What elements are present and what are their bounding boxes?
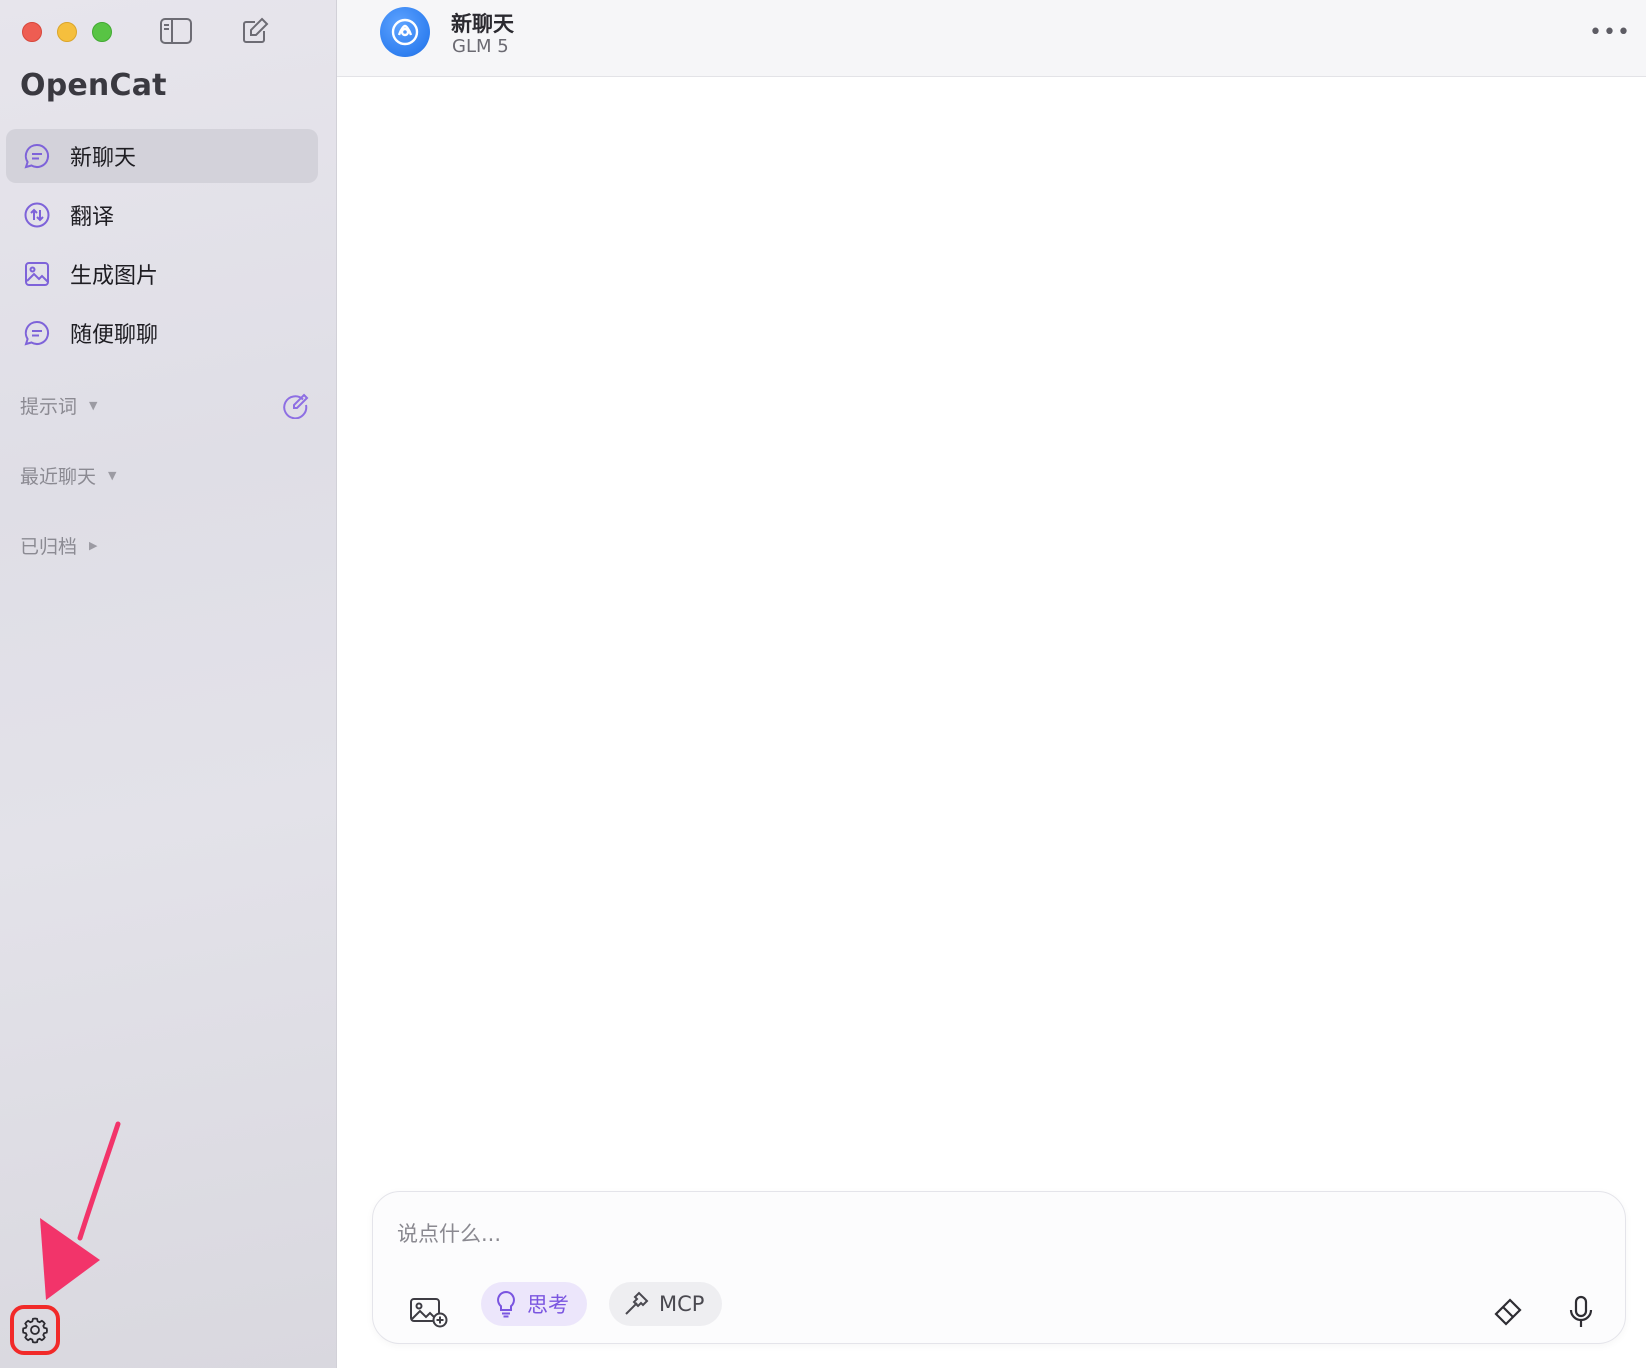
message-composer: 思考 MCP (372, 1191, 1626, 1344)
add-image-icon (410, 1298, 448, 1328)
chat-bubble-icon (22, 141, 52, 171)
translate-icon (22, 200, 52, 230)
more-icon: ••• (1589, 20, 1631, 45)
add-prompt-button[interactable] (280, 390, 310, 420)
microphone-icon (1569, 1295, 1593, 1327)
maximize-window-button[interactable] (92, 22, 112, 42)
clear-context-button[interactable] (1488, 1292, 1528, 1332)
chevron-down-icon: ▼ (89, 398, 98, 412)
section-recent-chats[interactable]: 最近聊天 ▼ (20, 458, 310, 492)
chevron-down-icon: ▼ (108, 468, 117, 482)
app-title: OpenCat (20, 68, 167, 103)
sidebar-item-label: 翻译 (70, 205, 115, 230)
section-label: 最近聊天 (20, 465, 97, 488)
message-input[interactable] (397, 1214, 1577, 1254)
minimize-window-button[interactable] (57, 22, 77, 42)
sidebar-item-label: 随便聊聊 (70, 323, 159, 348)
sidebar-item-translate[interactable]: 翻译 (6, 188, 318, 242)
think-toggle-button[interactable]: 思考 (481, 1282, 587, 1326)
sidebar-item-generate-image[interactable]: 生成图片 (6, 247, 318, 301)
compose-icon (243, 17, 269, 43)
attach-image-button[interactable] (407, 1292, 451, 1332)
sidebar-item-new-chat[interactable]: 新聊天 (6, 129, 318, 183)
chat-bubble-icon (22, 318, 52, 348)
chat-header: 新聊天 GLM 5 ••• (337, 0, 1646, 77)
new-chat-compose-button[interactable] (236, 14, 274, 48)
model-logo-icon (391, 18, 419, 46)
chat-main: 新聊天 GLM 5 ••• 说点什么... 思考 MCP (337, 0, 1646, 1368)
mcp-label: MCP (659, 1292, 705, 1316)
sidebar: OpenCat 新聊天 翻译 生成图片 随便聊聊 提示词 ▼ 最近聊天 ▼ 已归… (0, 0, 337, 1368)
toggle-sidebar-button[interactable] (157, 14, 195, 48)
sidebar-item-label: 生成图片 (70, 264, 159, 289)
compose-circle-icon (283, 393, 309, 419)
window-controls (22, 22, 112, 42)
sidebar-item-label: 新聊天 (70, 146, 137, 171)
think-label: 思考 (527, 1293, 569, 1317)
sidebar-toggle-icon (160, 18, 192, 44)
chevron-right-icon: ▶ (89, 538, 98, 552)
voice-input-button[interactable] (1561, 1290, 1601, 1334)
eraser-icon (1494, 1298, 1522, 1326)
close-window-button[interactable] (22, 22, 42, 42)
sidebar-nav: 新聊天 翻译 生成图片 随便聊聊 (6, 129, 318, 365)
sidebar-item-casual-chat[interactable]: 随便聊聊 (6, 306, 318, 360)
chat-title: 新聊天 (451, 12, 514, 36)
section-label: 提示词 (20, 395, 78, 418)
app-window: OpenCat 新聊天 翻译 生成图片 随便聊聊 提示词 ▼ 最近聊天 ▼ 已归… (0, 0, 1646, 1368)
settings-button[interactable] (10, 1305, 60, 1355)
image-icon (22, 259, 52, 289)
chat-model-name[interactable]: GLM 5 (452, 36, 509, 57)
more-options-button[interactable]: ••• (1589, 20, 1631, 46)
lightbulb-icon (497, 1290, 515, 1318)
section-archived[interactable]: 已归档 ▶ (20, 528, 310, 562)
mcp-button[interactable]: MCP (609, 1282, 723, 1326)
gear-icon (22, 1317, 48, 1344)
section-label: 已归档 (20, 535, 78, 558)
hammer-icon (625, 1291, 649, 1315)
annotation-arrow-icon (40, 1121, 121, 1300)
section-prompts[interactable]: 提示词 ▼ (20, 388, 310, 422)
model-avatar[interactable] (380, 7, 430, 57)
